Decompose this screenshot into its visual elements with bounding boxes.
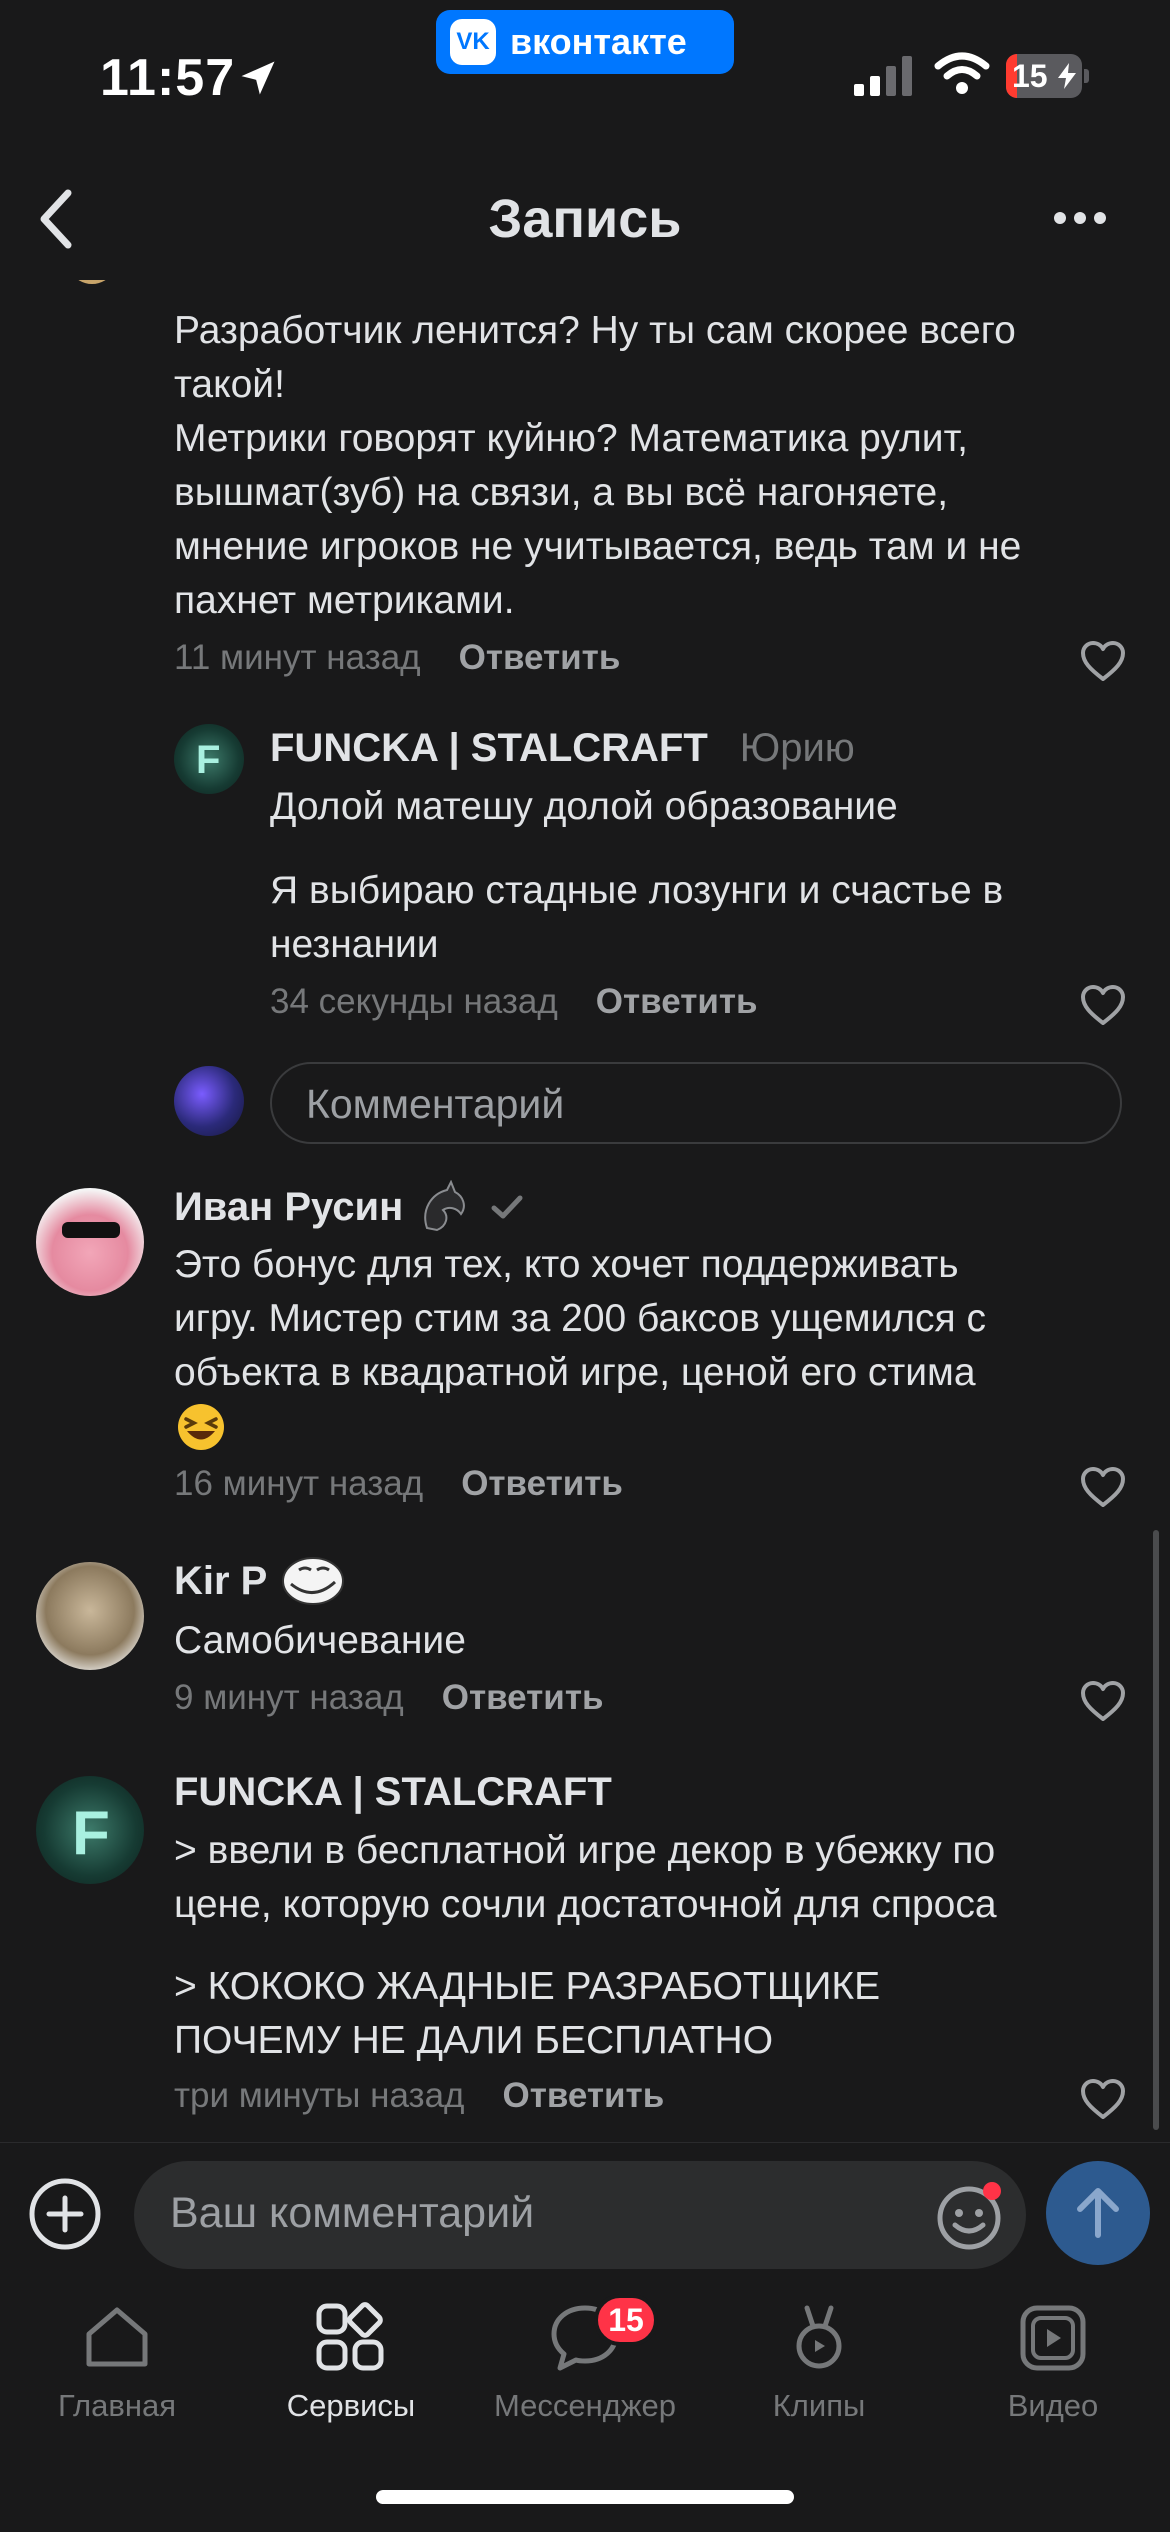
comment-meta: три минуты назад Ответить: [174, 2076, 664, 2116]
status-bar: 11:57 VK вконтакте 15: [0, 0, 1170, 150]
services-grid-icon: [316, 2302, 384, 2371]
arrow-up-icon: [1077, 2188, 1119, 2238]
comment-text: Самобичевание: [174, 1619, 466, 1662]
page-title: Запись: [488, 189, 682, 249]
comment-text: Долой матешу долой образование: [270, 785, 898, 828]
scrollbar[interactable]: [1153, 1530, 1159, 2130]
inline-reply-placeholder: Комментарий: [306, 1081, 565, 1127]
comment-time: 34 секунды назад: [270, 982, 558, 1021]
vk-badge-label: вконтакте: [510, 21, 687, 62]
reply-to: Юрию: [739, 726, 855, 770]
comment-input[interactable]: Ваш комментарий: [134, 2161, 1026, 2269]
send-button[interactable]: [1046, 2161, 1150, 2265]
comment-text: > КОКОКО ЖАДНЫЕ РАЗРАБОТЩИКЕ ПОЧЕМУ НЕ Д…: [174, 1965, 881, 2062]
verified-check-icon: [491, 1195, 523, 1219]
comment-input-placeholder: Ваш комментарий: [170, 2189, 535, 2237]
emoji-picker-icon[interactable]: [934, 2181, 1004, 2251]
status-time: 11:57: [100, 49, 236, 107]
reply-button[interactable]: Ответить: [461, 1464, 623, 1504]
avatar[interactable]: [36, 1562, 144, 1670]
vk-app-badge[interactable]: VK вконтакте: [436, 10, 734, 74]
vk-logo: VK: [450, 19, 496, 65]
comment-meta: 11 минут назад Ответить: [174, 638, 620, 678]
avatar[interactable]: F: [174, 724, 244, 794]
reply-button[interactable]: Ответить: [442, 1678, 604, 1718]
charging-bolt-icon: [1058, 63, 1076, 89]
page-header: Запись: [0, 160, 1170, 280]
tab-label: Видео: [1007, 2388, 1099, 2423]
home-indicator: [376, 2490, 794, 2504]
clips-icon: [796, 2305, 842, 2369]
avatar: [174, 1066, 244, 1136]
comment-author[interactable]: FUNCKA | STALCRAFT: [174, 1770, 612, 1815]
battery-percent: 15: [1012, 58, 1048, 94]
comment-author[interactable]: Иван Русин: [174, 1180, 525, 1234]
home-icon: [86, 2307, 148, 2367]
add-attachment-button[interactable]: [28, 2177, 102, 2251]
video-icon: [1020, 2305, 1086, 2371]
comment-composer: Ваш комментарий: [0, 2142, 1170, 2272]
tab-label: Мессенджер: [493, 2388, 677, 2423]
comment-text: Это бонус для тех, кто хочет поддерживат…: [174, 1238, 1134, 1454]
heart-icon[interactable]: [1080, 2078, 1126, 2120]
tab-video[interactable]: Видео: [936, 2300, 1170, 2440]
unread-badge: 15: [594, 2294, 658, 2346]
tab-label: Главная: [58, 2388, 176, 2423]
tab-messenger[interactable]: Мессенджер 15: [468, 2294, 702, 2440]
heart-icon[interactable]: [1080, 1466, 1126, 1508]
more-button[interactable]: [1040, 196, 1120, 240]
comment-meta: 9 минут назад Ответить: [174, 1678, 603, 1718]
comments-feed[interactable]: Разработчик ленится? Ну ты сам скорее вс…: [0, 280, 1170, 2142]
avatar[interactable]: F: [36, 1776, 144, 1884]
tab-home[interactable]: Главная: [0, 2300, 234, 2440]
reply-button[interactable]: Ответить: [502, 2076, 664, 2116]
comment-meta: 16 минут назад Ответить: [174, 1464, 623, 1504]
wifi-icon: [934, 52, 990, 94]
comment-time: 9 минут назад: [174, 1678, 404, 1717]
reply-button[interactable]: Ответить: [459, 638, 621, 678]
comment-time: 11 минут назад: [174, 638, 421, 677]
dragon-emoji-icon: [424, 1180, 466, 1232]
battery-charging-icon: 15: [1006, 54, 1089, 98]
comment-meta: 34 секунды назад Ответить: [270, 982, 758, 1022]
heart-icon[interactable]: [1080, 640, 1126, 682]
laughing-emoji-icon: [178, 1404, 224, 1450]
reply-button[interactable]: Ответить: [596, 982, 758, 1022]
tab-label: Сервисы: [286, 2388, 416, 2423]
comment-time: 16 минут назад: [174, 1464, 424, 1503]
heart-icon[interactable]: [1080, 1680, 1126, 1722]
more-horizontal-icon: [1054, 212, 1066, 224]
inline-reply-input[interactable]: Комментарий: [270, 1062, 1122, 1144]
comment-text: Разработчик ленится? Ну ты сам скорее вс…: [174, 309, 1022, 622]
avatar[interactable]: [58, 280, 126, 284]
comment-author[interactable]: FUNCKA | STALCRAFT Юрию: [270, 726, 855, 771]
tab-clips[interactable]: Клипы: [702, 2300, 936, 2440]
cellular-signal-icon: [854, 56, 912, 96]
location-arrow-icon: [241, 61, 275, 95]
comment-author[interactable]: Kir P: [174, 1556, 345, 1606]
tab-services[interactable]: Сервисы: [234, 2300, 468, 2440]
comment-text: Я выбираю стадные лозунги и счастье в не…: [270, 869, 1004, 966]
heart-icon[interactable]: [1080, 984, 1126, 1026]
avatar[interactable]: [36, 1188, 144, 1296]
trollface-emoji-icon: [282, 1557, 345, 1605]
tab-label: Клипы: [772, 2388, 866, 2423]
comment-text: > ввели в бесплатной игре декор в убежку…: [174, 1829, 997, 1926]
comment-time: три минуты назад: [174, 2076, 465, 2115]
